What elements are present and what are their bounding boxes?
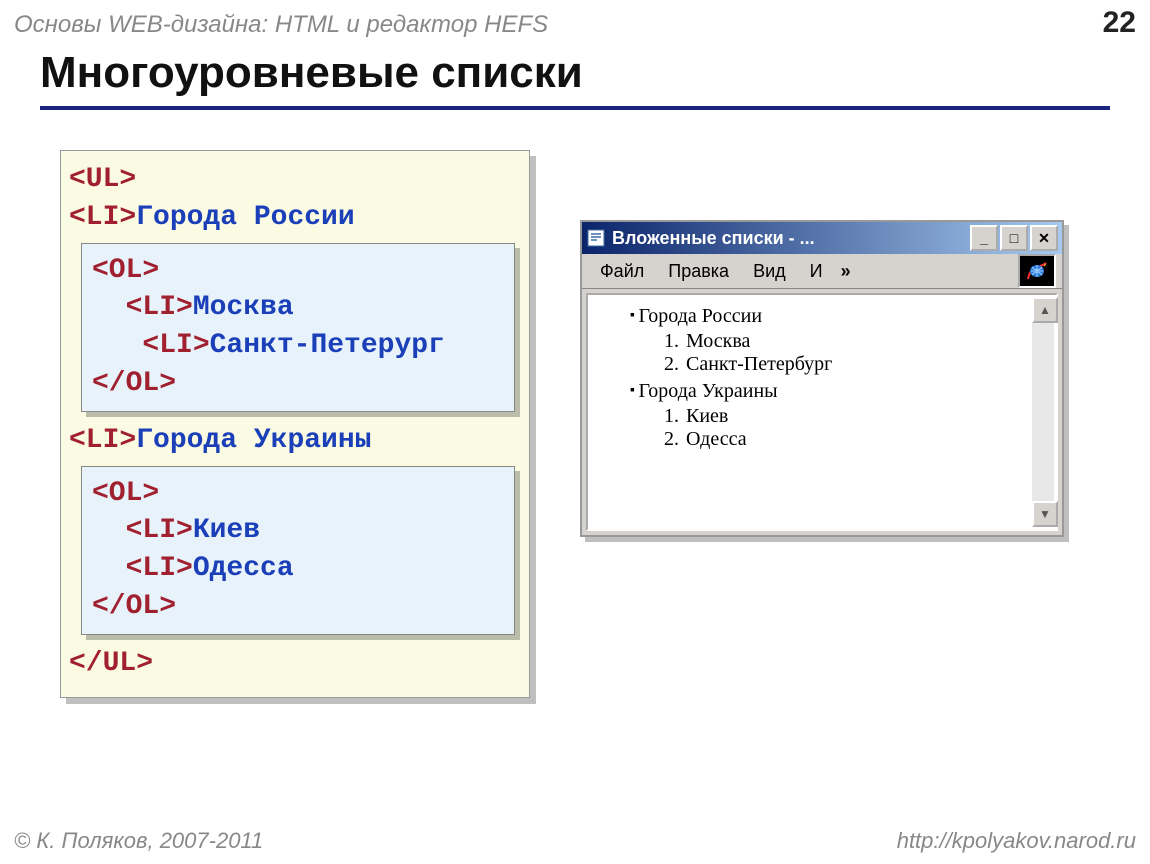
- code-tag: <LI>: [69, 425, 136, 456]
- list-group-label: Города России: [638, 305, 762, 327]
- code-tag: </OL>: [92, 591, 176, 622]
- page-title: Многоуровневые списки: [40, 48, 1110, 110]
- code-tag: <LI>: [69, 202, 136, 233]
- page-number: 22: [1103, 6, 1136, 40]
- footer-url: http://kpolyakov.narod.ru: [897, 828, 1136, 854]
- code-text: Санкт-Петерург: [210, 330, 445, 361]
- code-text: Города России: [136, 202, 354, 233]
- code-tag: <LI>: [92, 330, 210, 361]
- code-text: Одесса: [193, 553, 294, 584]
- code-text: Киев: [193, 515, 260, 546]
- menu-view[interactable]: Вид: [741, 257, 798, 286]
- slide-footer: © К. Поляков, 2007-2011 http://kpolyakov…: [14, 828, 1136, 854]
- code-tag: <LI>: [92, 515, 193, 546]
- code-tag: <OL>: [92, 255, 159, 286]
- titlebar[interactable]: Вложенные списки - ... _ □ ✕: [582, 222, 1062, 254]
- list-item: Киев: [684, 405, 1048, 428]
- maximize-button[interactable]: □: [1000, 225, 1028, 251]
- minimize-button[interactable]: _: [970, 225, 998, 251]
- code-tag: <LI>: [92, 553, 193, 584]
- scrollbar[interactable]: ▲ ▼: [1032, 297, 1054, 527]
- code-tag: </UL>: [69, 648, 153, 679]
- close-button[interactable]: ✕: [1030, 225, 1058, 251]
- list-group-label: Города Украины: [638, 380, 777, 402]
- ie-page-icon: [586, 228, 606, 248]
- list-item: Города Украины Киев Одесса: [630, 380, 1048, 451]
- nested-code-block: <OL> <LI>Киев <LI>Одесса </OL>: [81, 466, 515, 635]
- browser-content: Города России Москва Санкт-Петербург Гор…: [586, 293, 1058, 531]
- scroll-down-icon[interactable]: ▼: [1032, 501, 1058, 527]
- course-label: Основы WEB-дизайна: HTML и редактор HEFS: [14, 11, 548, 39]
- menu-edit[interactable]: Правка: [656, 257, 741, 286]
- menu-favorites[interactable]: И: [798, 257, 835, 286]
- code-tag: <LI>: [92, 292, 193, 323]
- copyright: © К. Поляков, 2007-2011: [14, 828, 263, 854]
- code-tag: <UL>: [69, 164, 136, 195]
- menu-more-chevron-icon[interactable]: »: [835, 261, 857, 282]
- browser-window: Вложенные списки - ... _ □ ✕ Файл Правка…: [580, 220, 1064, 537]
- code-panel: <UL> <LI>Города России <OL> <LI>Москва <…: [60, 150, 530, 698]
- list-item: Санкт-Петербург: [684, 353, 1048, 376]
- menu-file[interactable]: Файл: [588, 257, 656, 286]
- menubar: Файл Правка Вид И »: [582, 254, 1062, 289]
- code-tag: <OL>: [92, 478, 159, 509]
- code-text: Москва: [193, 292, 294, 323]
- list-item: Одесса: [684, 428, 1048, 451]
- scroll-up-icon[interactable]: ▲: [1032, 297, 1058, 323]
- slide-header: Основы WEB-дизайна: HTML и редактор HEFS…: [14, 6, 1136, 40]
- ie-throbber-icon: [1018, 254, 1056, 288]
- nested-code-block: <OL> <LI>Москва <LI>Санкт-Петерург </OL>: [81, 243, 515, 412]
- list-item: Москва: [684, 330, 1048, 353]
- code-text: Города Украины: [136, 425, 371, 456]
- window-title: Вложенные списки - ...: [612, 228, 815, 249]
- list-item: Города России Москва Санкт-Петербург: [630, 305, 1048, 376]
- code-tag: </OL>: [92, 368, 176, 399]
